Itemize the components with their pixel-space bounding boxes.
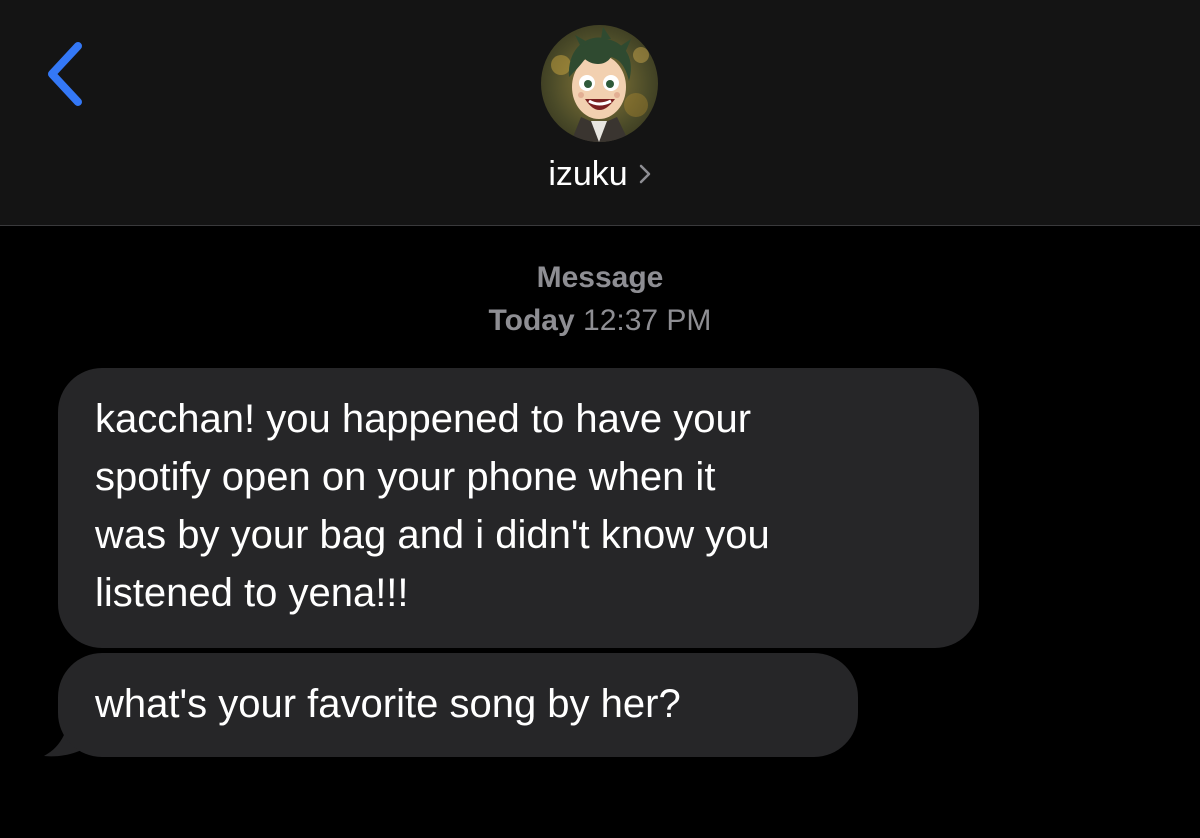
message-line: listened to yena!!! xyxy=(95,571,409,615)
timestamp: Today 12:37 PM xyxy=(0,302,1200,340)
service-label: Message xyxy=(536,261,664,294)
timestamp-day: Today xyxy=(488,304,575,337)
contact-name-button[interactable]: izuku xyxy=(0,152,1200,196)
timestamp-time: 12:37 PM xyxy=(583,304,712,337)
message-line: spotify open on your phone when it xyxy=(95,455,716,499)
message-bubble[interactable]: what's your favorite song by her? xyxy=(58,653,858,757)
message-bubble[interactable]: kacchan! you happened to have your spoti… xyxy=(58,368,979,648)
messages-screen: izuku Message Today 12:37 PM kacchan! yo… xyxy=(0,0,1200,838)
contact-avatar[interactable] xyxy=(541,25,658,142)
avatar-image xyxy=(541,25,658,142)
message-line: kacchan! you happened to have your xyxy=(95,397,752,441)
chevron-right-icon xyxy=(638,152,652,196)
chevron-left-icon xyxy=(48,42,82,106)
conversation-header: izuku xyxy=(0,0,1200,226)
message-line: what's your favorite song by her? xyxy=(95,682,681,726)
back-button[interactable] xyxy=(40,34,100,114)
message-line: was by your bag and i didn't know you xyxy=(95,513,770,557)
contact-name: izuku xyxy=(548,155,628,193)
